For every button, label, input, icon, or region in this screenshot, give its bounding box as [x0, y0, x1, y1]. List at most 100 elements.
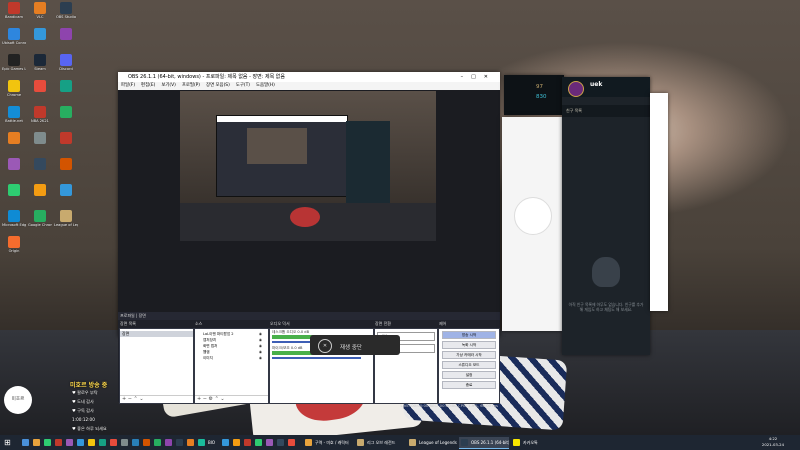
desktop-icon[interactable]: NBA 2K21 — [28, 106, 52, 123]
app-icon — [8, 158, 20, 170]
avatar[interactable] — [568, 81, 584, 97]
desktop-icon[interactable] — [54, 132, 78, 145]
close-icon[interactable]: ✕ — [318, 339, 332, 353]
taskbar-pinned-app[interactable] — [152, 437, 162, 448]
desktop-icon[interactable]: Bandicam — [2, 2, 26, 19]
taskbar-pinned-app[interactable] — [75, 437, 85, 448]
taskbar-window[interactable]: OBS 26.1.1 (64-bit) — [459, 437, 509, 449]
desktop-icon[interactable]: Microsoft Edge — [2, 210, 26, 227]
taskbar-window[interactable]: 카카오톡 — [511, 437, 561, 448]
desktop-icon[interactable] — [2, 132, 26, 145]
menu-item[interactable]: 도움말(H) — [256, 83, 275, 88]
taskbar-pinned-app[interactable] — [231, 437, 241, 448]
obs-preview[interactable] — [118, 90, 500, 312]
taskbar-pinned-app[interactable] — [141, 437, 151, 448]
desktop-icon[interactable] — [28, 80, 52, 93]
desktop-icon[interactable] — [54, 106, 78, 119]
desktop-icon[interactable]: VLC — [28, 2, 52, 19]
taskbar-pinned-app[interactable] — [31, 437, 41, 448]
taskbar-pinned-app[interactable] — [20, 437, 30, 448]
desktop-icon[interactable] — [54, 80, 78, 93]
obs-window[interactable]: OBS 26.1.1 (64-bit, windows) - 프로파일: 제목 … — [118, 72, 500, 408]
app-icon — [34, 54, 46, 66]
volume-slider[interactable] — [272, 357, 361, 359]
taskbar-clock[interactable]: 4:22 2021-03-24 — [762, 436, 784, 448]
taskbar-pinned-app[interactable] — [286, 437, 296, 448]
obs-titlebar[interactable]: OBS 26.1.1 (64-bit, windows) - 프로파일: 제목 … — [118, 72, 500, 82]
eye-icon[interactable]: ◉ — [259, 355, 262, 361]
empty-friends-text: 아직 친구 목록에 아무도 없습니다. 친구를 추가해 게임도 하고 채팅도 해… — [568, 302, 644, 312]
taskbar-window[interactable]: League of Legends — [407, 437, 457, 448]
window-controls[interactable]: –□✕ — [461, 72, 496, 82]
taskbar-pinned-app[interactable] — [97, 437, 107, 448]
overlay-avatar: 미호르 — [4, 386, 32, 414]
obs-title: OBS 26.1.1 (64-bit, windows) - 프로파일: 제목 … — [128, 74, 285, 80]
taskbar-pinned-app[interactable] — [64, 437, 74, 448]
preview-titlebar — [217, 116, 347, 122]
control-button[interactable]: 녹화 시작 — [442, 341, 496, 349]
desktop-icon-label: Steam — [34, 67, 46, 71]
taskbar-pinned-app[interactable] — [275, 437, 285, 448]
taskbar-pinned-app[interactable] — [242, 437, 252, 448]
windows-start-icon[interactable]: ⊞ — [4, 438, 13, 447]
desktop-icon[interactable]: Discord — [54, 54, 78, 71]
menu-item[interactable]: 도구(T) — [236, 83, 250, 88]
desktop-icon[interactable]: Chrome — [2, 80, 26, 97]
app-icon — [305, 439, 312, 446]
desktop-icon[interactable]: League of Legends — [54, 210, 78, 227]
taskbar-pinned-app[interactable] — [42, 437, 52, 448]
taskbar-pinned-app[interactable] — [86, 437, 96, 448]
desktop-icon[interactable] — [54, 158, 78, 171]
clock-date: 2021-03-24 — [761, 442, 784, 447]
control-button[interactable]: 설정 — [442, 371, 496, 379]
taskbar-pinned-app[interactable] — [108, 437, 118, 448]
control-button[interactable]: 가상 카메라 시작 — [442, 351, 496, 359]
taskbar-pinned-app[interactable] — [53, 437, 63, 448]
taskbar-pinned-app[interactable]: BIO — [196, 437, 218, 448]
sources-dock[interactable]: LoL이벤 파티팝업 2 ◉ 캡처장치 ◉ 화면 캡처 ◉ 웹캠 ◉ 이미지 ◉ + − ⚙ ⌃ … — [194, 328, 269, 404]
friends-header[interactable]: 친구 목록 — [562, 105, 654, 117]
app-icon — [8, 236, 20, 248]
controls-dock[interactable]: 방송 시작녹화 시작가상 카메라 시작스튜디오 모드설정종료 — [438, 328, 500, 404]
control-button[interactable]: 스튜디오 모드 — [442, 361, 496, 369]
overlay-line: ♥ 팔로우 부탁 — [72, 390, 98, 395]
kakao-empty-icon — [514, 197, 552, 235]
desktop-icon[interactable]: Epic Games Launcher — [2, 54, 26, 71]
desktop-icon[interactable]: OBS Studio — [54, 2, 78, 19]
taskbar-pinned-app[interactable] — [119, 437, 129, 448]
kakaotalk-window[interactable] — [502, 117, 562, 331]
control-button[interactable]: 종료 — [442, 381, 496, 389]
menu-item[interactable]: 보기(V) — [161, 83, 176, 88]
source-item[interactable]: 이미지 ◉ — [195, 355, 268, 361]
desktop-icon[interactable]: Ubisoft Connect — [2, 28, 26, 45]
taskbar-pinned-app[interactable] — [130, 437, 140, 448]
menu-item[interactable]: 장면 모음(S) — [206, 83, 230, 88]
taskbar-window[interactable]: 구역 - 미호 / 캐릭터 — [303, 437, 353, 448]
menu-item[interactable]: 편집(E) — [141, 83, 155, 88]
desktop-icon[interactable]: Origin — [2, 236, 26, 253]
desktop-icon[interactable]: Battle.net — [2, 106, 26, 123]
desktop-icon[interactable] — [28, 132, 52, 145]
desktop-icon[interactable] — [28, 158, 52, 171]
lol-client-window[interactable]: uek 친구 목록 아직 친구 목록에 아무도 없습니다. 친구를 추가해 게임… — [562, 77, 654, 355]
scene-item[interactable]: 장면 — [120, 331, 193, 337]
taskbar-pinned-app[interactable] — [163, 437, 173, 448]
desktop-icon[interactable] — [28, 184, 52, 197]
desktop-icon[interactable] — [28, 28, 52, 41]
menu-item[interactable]: 파일(F) — [121, 83, 135, 88]
desktop-icon[interactable] — [54, 184, 78, 197]
taskbar-pinned-app[interactable] — [185, 437, 195, 448]
desktop-icon[interactable] — [2, 158, 26, 171]
menu-item[interactable]: 프로필(P) — [182, 83, 200, 88]
desktop-icon[interactable]: Google Chrome — [28, 210, 52, 227]
app-icon — [55, 439, 62, 446]
desktop-icon[interactable] — [54, 28, 78, 41]
taskbar-window[interactable]: 리그 오브 레전드 — [355, 437, 405, 448]
taskbar-pinned-app[interactable] — [253, 437, 263, 448]
taskbar-pinned-app[interactable] — [220, 437, 230, 448]
desktop-icon[interactable]: Steam — [28, 54, 52, 71]
taskbar-pinned-app[interactable] — [264, 437, 274, 448]
desktop-icon[interactable] — [2, 184, 26, 197]
control-button[interactable]: 방송 시작 — [442, 331, 496, 339]
taskbar-pinned-app[interactable] — [174, 437, 184, 448]
